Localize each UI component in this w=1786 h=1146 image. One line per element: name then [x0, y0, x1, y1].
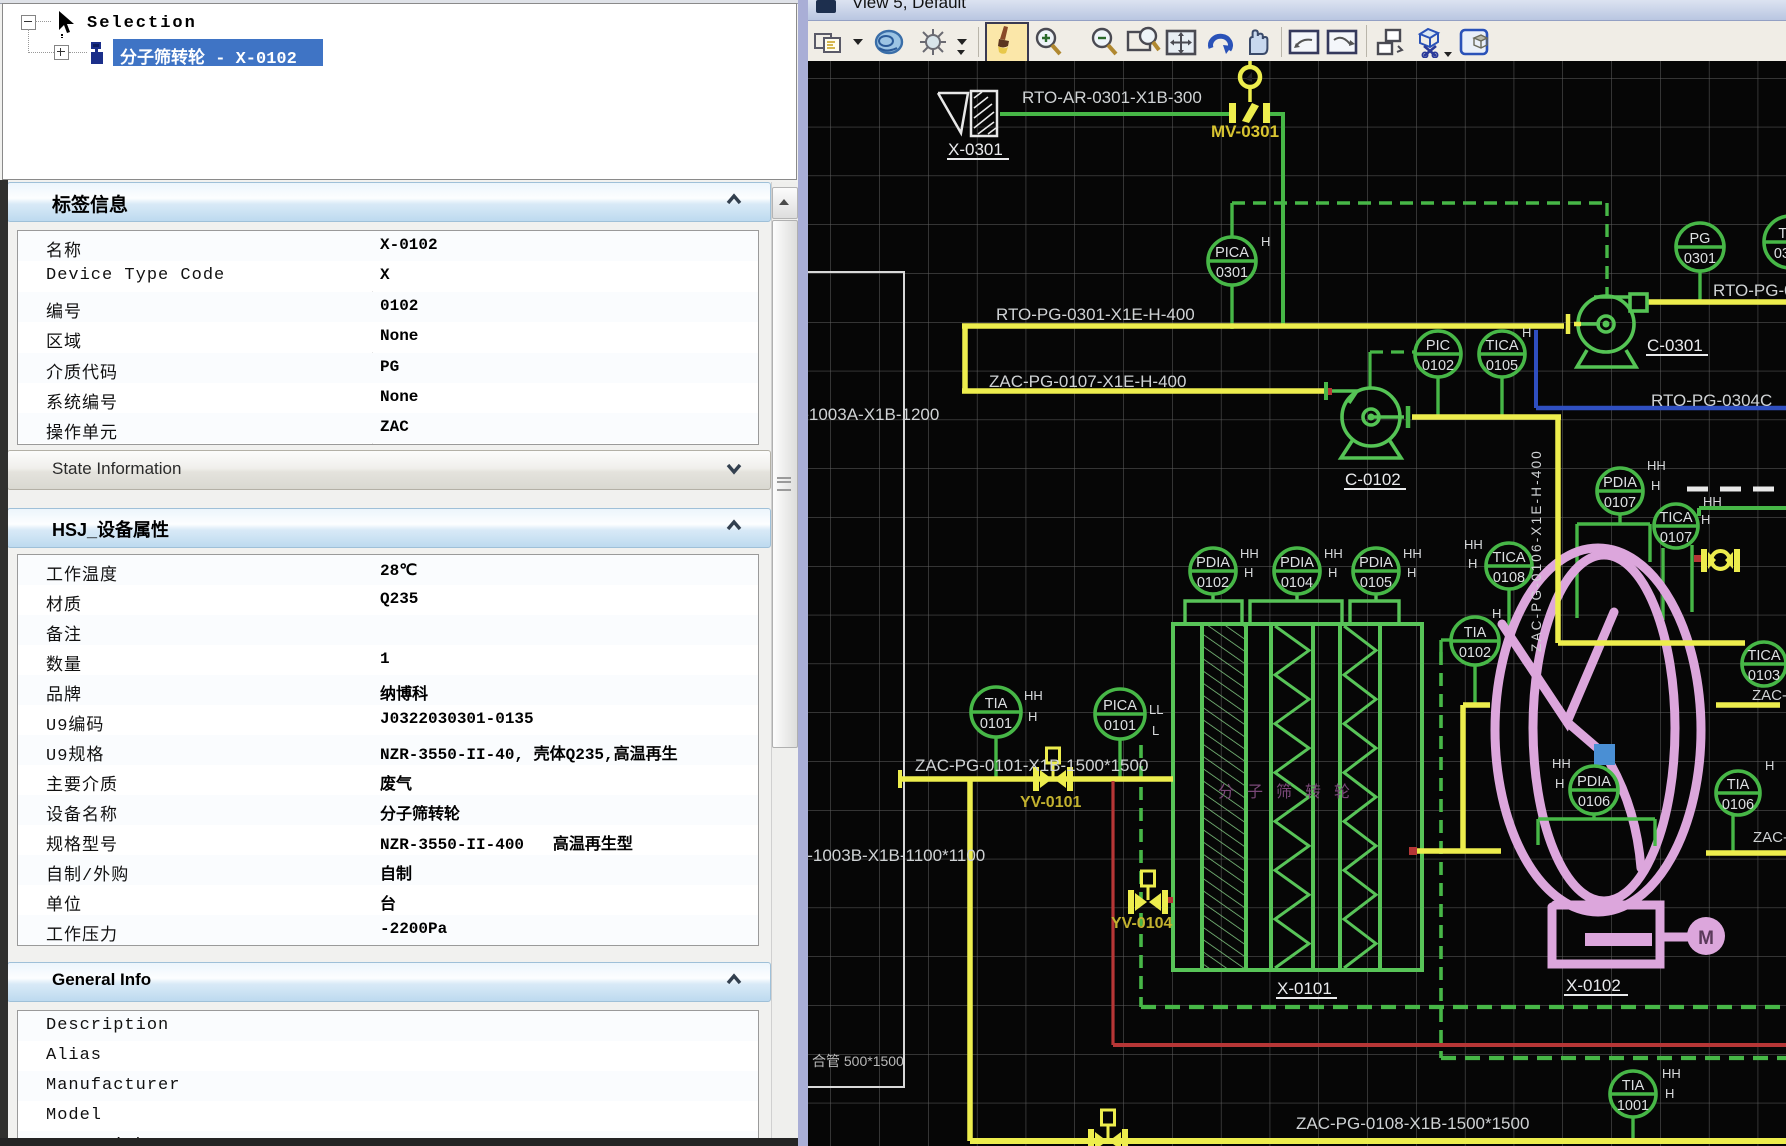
- svg-text:TIC: TIC: [1778, 226, 1786, 242]
- svg-text:H: H: [1522, 325, 1531, 340]
- svg-text:H: H: [1555, 776, 1564, 791]
- svg-text:RTO-PG-030: RTO-PG-030: [1713, 281, 1786, 300]
- svg-text:0107: 0107: [1604, 495, 1636, 511]
- svg-text:ZAC-PG-0101-X1B-1500*1500: ZAC-PG-0101-X1B-1500*1500: [915, 756, 1148, 775]
- svg-text:PICA: PICA: [1215, 245, 1249, 261]
- svg-text:H: H: [1492, 606, 1501, 621]
- svg-text:HH: HH: [1647, 458, 1666, 473]
- svg-text:H: H: [1665, 1086, 1674, 1101]
- svg-text:0105: 0105: [1360, 575, 1392, 591]
- svg-text:0106: 0106: [1722, 797, 1754, 813]
- svg-text:PDIA: PDIA: [1196, 555, 1230, 571]
- svg-text:PG: PG: [1690, 231, 1711, 247]
- svg-text:ZAC-: ZAC-: [1752, 687, 1786, 704]
- svg-text:ZAC-PG-0106-X1E-H-400: ZAC-PG-0106-X1E-H-400: [1529, 449, 1544, 652]
- svg-text:0108: 0108: [1493, 570, 1525, 586]
- svg-text:HH: HH: [1662, 1066, 1681, 1081]
- svg-text:TIA: TIA: [985, 696, 1008, 712]
- svg-text:HH: HH: [1552, 756, 1571, 771]
- svg-text:TIA: TIA: [1464, 625, 1487, 641]
- svg-text:0301: 0301: [1216, 265, 1248, 281]
- svg-text:TICA: TICA: [1747, 648, 1780, 664]
- svg-text:H: H: [1468, 556, 1477, 571]
- svg-text:HH: HH: [1403, 546, 1422, 561]
- svg-text:HH: HH: [1324, 546, 1343, 561]
- svg-text:LL: LL: [1149, 702, 1163, 717]
- svg-text:RTO-PG-0301-X1E-H-400: RTO-PG-0301-X1E-H-400: [996, 305, 1195, 324]
- svg-text:C-0301: C-0301: [1647, 336, 1703, 355]
- svg-text:C-0102: C-0102: [1345, 470, 1401, 489]
- svg-text:PICA: PICA: [1103, 698, 1137, 714]
- svg-text:X-0101: X-0101: [1277, 979, 1332, 998]
- svg-text:0102: 0102: [1422, 358, 1454, 374]
- svg-text:ZAC-PG-0108-X1B-1500*1500: ZAC-PG-0108-X1B-1500*1500: [1296, 1114, 1529, 1133]
- svg-text:RTO-PG-0304C: RTO-PG-0304C: [1651, 391, 1772, 410]
- svg-text:PDIA: PDIA: [1359, 555, 1393, 571]
- svg-text:H: H: [1407, 565, 1416, 580]
- svg-text:H: H: [1328, 565, 1337, 580]
- svg-text:H: H: [1765, 758, 1774, 773]
- svg-text:RTO-AR-0301-X1B-300: RTO-AR-0301-X1B-300: [1022, 88, 1202, 107]
- svg-text:YV-0101: YV-0101: [1020, 794, 1081, 811]
- svg-text:0101: 0101: [1104, 718, 1136, 734]
- svg-text:HH: HH: [1703, 494, 1722, 509]
- svg-text:ZAC-: ZAC-: [1753, 829, 1786, 846]
- svg-text:YV-0104: YV-0104: [1111, 915, 1172, 932]
- svg-text:1001: 1001: [1617, 1098, 1649, 1114]
- svg-text:0107: 0107: [1660, 530, 1692, 546]
- svg-text:H: H: [1651, 478, 1660, 493]
- svg-text:0105: 0105: [1486, 358, 1518, 374]
- svg-text:TIA: TIA: [1622, 1078, 1645, 1094]
- svg-text:0102: 0102: [1459, 645, 1491, 661]
- svg-text:0301: 0301: [1684, 251, 1716, 267]
- svg-text:MV-0301: MV-0301: [1211, 122, 1279, 141]
- svg-text:G-1003A-X1B-1200: G-1003A-X1B-1200: [808, 405, 939, 424]
- svg-text:TICA: TICA: [1485, 338, 1518, 354]
- svg-text:HH: HH: [1464, 537, 1483, 552]
- svg-text:HH: HH: [1240, 546, 1259, 561]
- svg-text:TICA: TICA: [1492, 550, 1525, 566]
- svg-text:0103: 0103: [1748, 668, 1780, 684]
- svg-text:0101: 0101: [980, 716, 1012, 732]
- svg-text:H: H: [1261, 234, 1270, 249]
- svg-text:X-0102: X-0102: [1566, 976, 1621, 995]
- svg-text:TIA: TIA: [1727, 777, 1750, 793]
- svg-text:0106: 0106: [1578, 794, 1610, 810]
- svg-text:PDIA: PDIA: [1577, 774, 1611, 790]
- svg-text:H: H: [1028, 709, 1037, 724]
- svg-text:合管 500*1500: 合管 500*1500: [812, 1053, 904, 1069]
- svg-text:分子筛转轮: 分子筛转轮: [1218, 782, 1363, 801]
- svg-text:G-1003B-X1B-1100*1100: G-1003B-X1B-1100*1100: [808, 846, 985, 865]
- svg-text:PDIA: PDIA: [1280, 555, 1314, 571]
- svg-text:PIC: PIC: [1426, 338, 1450, 354]
- svg-text:TICA: TICA: [1659, 510, 1692, 526]
- svg-text:X-0301: X-0301: [948, 140, 1003, 159]
- svg-text:PDIA: PDIA: [1603, 475, 1637, 491]
- svg-text:H: H: [1701, 512, 1710, 527]
- svg-text:H: H: [1244, 565, 1253, 580]
- svg-text:L: L: [1152, 723, 1159, 738]
- svg-text:0102: 0102: [1197, 575, 1229, 591]
- svg-text:0301: 0301: [1774, 246, 1786, 262]
- svg-text:ZAC-PG-0107-X1E-H-400: ZAC-PG-0107-X1E-H-400: [989, 372, 1186, 391]
- svg-text:0104: 0104: [1281, 575, 1313, 591]
- svg-text:M: M: [1698, 928, 1714, 949]
- svg-text:HH: HH: [1024, 688, 1043, 703]
